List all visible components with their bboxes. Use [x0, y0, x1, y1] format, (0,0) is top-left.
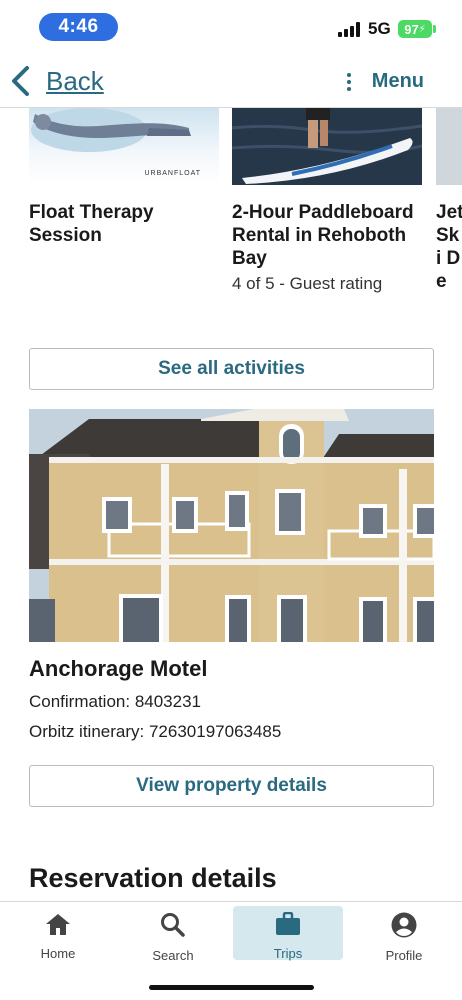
menu-label: Menu	[371, 70, 424, 92]
navigation-bar: Back Menu	[0, 56, 462, 108]
battery-tip	[433, 25, 436, 33]
status-bar: 4:46 5G 97 ⚡	[0, 0, 462, 56]
tab-trips[interactable]: Trips	[233, 906, 343, 961]
back-button[interactable]: Back	[10, 64, 104, 98]
float-therapy-image: URBANFLOAT	[29, 108, 219, 185]
urbanfloat-logo: URBANFLOAT	[144, 170, 201, 177]
tab-home[interactable]: Home	[3, 906, 113, 961]
activities-carousel[interactable]: URBANFLOAT Float Therapy Session 2-Hour …	[29, 108, 462, 323]
more-vertical-icon	[346, 72, 352, 91]
home-icon	[45, 912, 71, 936]
paddleboard-image	[232, 108, 422, 185]
tab-search[interactable]: Search	[118, 906, 228, 963]
network-type: 5G	[368, 19, 391, 38]
guest-rating: 4 of 5 - Guest rating	[232, 274, 383, 293]
activity-title: Float Therapy Session	[29, 202, 154, 246]
tab-label: Profile	[385, 948, 423, 963]
activity-title: 2-Hour Paddleboard Rental in Rehoboth Ba…	[232, 202, 414, 269]
see-all-activities-button[interactable]: See all activities	[29, 348, 434, 390]
battery-level: 97	[404, 21, 419, 37]
confirmation-number: Confirmation: 8403231	[29, 692, 202, 711]
status-time: 4:46	[39, 13, 118, 41]
hotel-photo	[29, 409, 434, 642]
menu-button[interactable]: Menu	[346, 70, 424, 93]
home-indicator[interactable]	[149, 985, 314, 990]
search-icon	[160, 912, 186, 938]
back-label: Back	[46, 65, 104, 96]
tab-label: Search	[152, 948, 194, 963]
itinerary-number: Orbitz itinerary: 72630197063485	[29, 722, 282, 741]
reservation-details-heading: Reservation details	[29, 863, 277, 893]
chevron-left-icon	[10, 64, 32, 98]
briefcase-icon	[275, 912, 301, 936]
view-property-details-button[interactable]: View property details	[29, 765, 434, 807]
hotel-name: Anchorage Motel	[29, 656, 208, 681]
jet-ski-image	[436, 108, 462, 185]
battery-icon: 97 ⚡	[398, 20, 432, 38]
cellular-signal-icon	[338, 22, 360, 37]
activity-card-float-therapy[interactable]: URBANFLOAT Float Therapy Session	[29, 108, 219, 247]
activity-card-jet-ski[interactable]: Jet Ski De	[436, 108, 462, 293]
tab-label: Home	[40, 946, 76, 961]
activity-title: Jet Ski De	[436, 202, 462, 292]
tab-profile[interactable]: Profile	[349, 906, 459, 963]
profile-icon	[391, 912, 417, 938]
activity-card-paddleboard[interactable]: 2-Hour Paddleboard Rental in Rehoboth Ba…	[232, 108, 422, 294]
tab-label: Trips	[273, 946, 303, 961]
